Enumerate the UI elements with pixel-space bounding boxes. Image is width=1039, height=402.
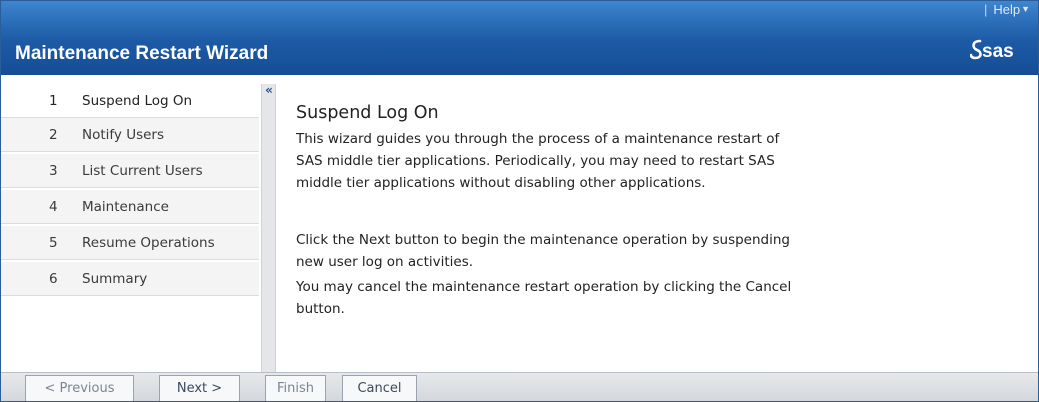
nav-step-suspend-log-on[interactable]: 1 Suspend Log On <box>1 84 259 118</box>
nav-step-maintenance[interactable]: 4 Maintenance <box>1 190 259 224</box>
wizard-header: | Help▼ Maintenance Restart Wizard sas <box>1 1 1038 75</box>
step-title: Suspend Log On <box>296 103 439 123</box>
step-number: 4 <box>49 199 58 215</box>
intro-paragraph: This wizard guides you through the proce… <box>296 131 780 191</box>
finish-button[interactable]: Finish <box>265 375 326 401</box>
nav-step-notify-users[interactable]: 2 Notify Users <box>1 118 259 152</box>
step-label: List Current Users <box>82 163 203 179</box>
help-label: Help <box>993 2 1021 17</box>
step-label: Summary <box>82 271 148 287</box>
sas-logo: sas <box>970 39 1014 62</box>
step-number: 5 <box>49 235 58 251</box>
page-title: Maintenance Restart Wizard <box>15 43 269 64</box>
step-label: Resume Operations <box>82 235 215 251</box>
wizard-steps-nav: 1 Suspend Log On 2 Notify Users 3 List C… <box>1 84 261 372</box>
nav-step-list-current-users[interactable]: 3 List Current Users <box>1 154 259 188</box>
step-label: Maintenance <box>82 199 169 215</box>
next-button[interactable]: Next > <box>159 375 240 401</box>
previous-button[interactable]: < Previous <box>25 375 134 401</box>
wizard-button-bar: < Previous Next > Finish Cancel <box>1 372 1038 401</box>
next-instruction-paragraph: Click the Next button to begin the maint… <box>296 232 790 270</box>
step-number: 2 <box>49 127 58 143</box>
nav-splitter[interactable]: « <box>261 84 276 372</box>
caret-down-icon: ▼ <box>1021 4 1030 14</box>
step-content: Suspend Log On This wizard guides you th… <box>278 84 1033 372</box>
cancel-instruction-paragraph: You may cancel the maintenance restart o… <box>296 279 792 317</box>
step-number: 1 <box>49 93 58 109</box>
step-label: Suspend Log On <box>82 93 193 109</box>
wizard-window: | Help▼ Maintenance Restart Wizard sas 1 … <box>0 0 1039 402</box>
step-label: Notify Users <box>82 127 165 143</box>
cancel-button[interactable]: Cancel <box>342 375 417 401</box>
logo-text: sas <box>982 41 1014 62</box>
nav-step-summary[interactable]: 6 Summary <box>1 262 259 296</box>
step-number: 6 <box>49 271 58 287</box>
nav-step-resume-operations[interactable]: 5 Resume Operations <box>1 226 259 260</box>
help-separator: | <box>983 2 988 17</box>
collapse-left-icon[interactable]: « <box>263 84 275 98</box>
step-number: 3 <box>49 163 58 179</box>
nav-empty-area <box>1 299 259 372</box>
help-menu[interactable]: | Help▼ <box>984 2 1030 17</box>
